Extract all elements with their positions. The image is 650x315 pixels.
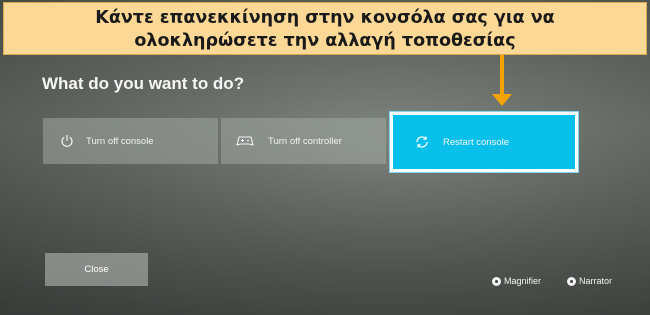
magnifier-button-icon <box>492 276 501 286</box>
narrator-button-icon <box>567 276 576 286</box>
restart-console-label: Restart console <box>443 136 510 148</box>
annotation-banner: Κάντε επανεκκίνηση στην κονσόλα σας για … <box>3 2 647 55</box>
banner-line-1: Κάντε επανεκκίνηση στην κονσόλα σας για … <box>95 8 555 28</box>
narrator-label: Narrator <box>579 276 613 286</box>
close-button-label: Close <box>84 264 109 275</box>
close-button[interactable]: Close <box>45 253 148 286</box>
controller-icon <box>236 134 254 148</box>
turn-off-console-button[interactable]: Turn off console <box>43 118 218 164</box>
turn-off-console-label: Turn off console <box>86 135 154 147</box>
turn-off-controller-label: Turn off controller <box>268 135 342 147</box>
magnifier-hint[interactable]: Magnifier <box>492 276 541 286</box>
annotation-arrow-head <box>492 94 512 106</box>
magnifier-label: Magnifier <box>504 276 542 286</box>
turn-off-controller-button[interactable]: Turn off controller <box>221 118 386 164</box>
dialog-heading: What do you want to do? <box>42 74 245 93</box>
narrator-hint[interactable]: Narrator <box>567 276 612 286</box>
power-icon <box>60 134 74 148</box>
restart-console-button[interactable]: Restart console <box>389 111 579 173</box>
banner-line-2: ολοκληρώσετε την αλλαγή τοποθεσίας <box>134 31 516 51</box>
annotation-arrow-shaft <box>500 55 504 95</box>
restart-icon <box>415 135 429 149</box>
